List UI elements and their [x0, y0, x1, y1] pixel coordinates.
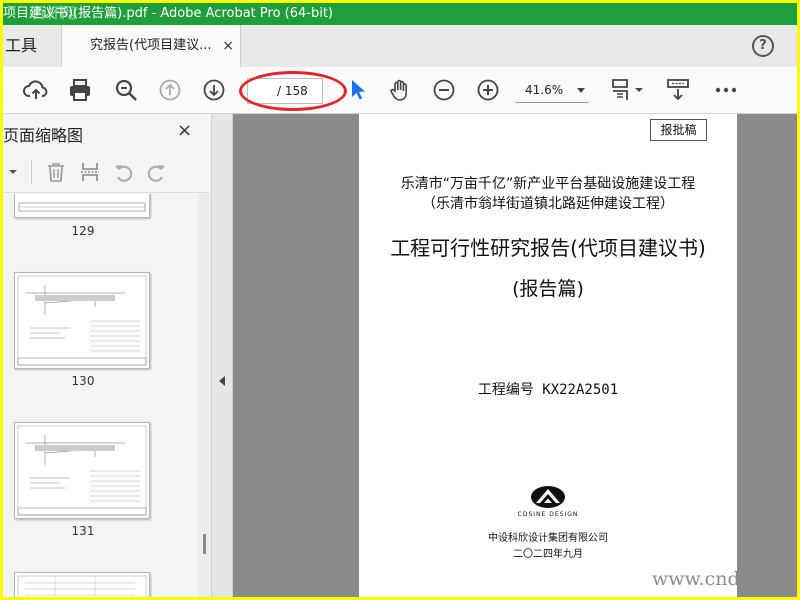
trash-icon[interactable] [45, 161, 67, 183]
acrobat-window: 项目建议书)(报告篇).pdf - Adobe Acrobat Pro (64-… [3, 3, 797, 597]
thumbnail-page-130[interactable] [14, 272, 150, 369]
company-logo [529, 484, 567, 514]
title-bar: 项目建议书)(报告篇).pdf - Adobe Acrobat Pro (64-… [3, 3, 797, 25]
more-icon[interactable] [713, 77, 739, 103]
panel-divider [31, 160, 32, 184]
panel-scrollbar[interactable] [198, 194, 211, 597]
tab-bar: 工具 究报告(代项目建议... × ? [3, 25, 797, 68]
thumbnail-label: 129 [71, 224, 95, 238]
upload-icon[interactable] [23, 77, 49, 103]
tab-tools[interactable]: 工具 [3, 25, 37, 67]
thumbnail-page-131[interactable] [14, 422, 150, 519]
panel-collapse-strip[interactable] [212, 114, 233, 597]
scrollbar-thumb[interactable] [203, 534, 206, 554]
options-chevron-icon[interactable] [7, 161, 19, 183]
insert-page-icon[interactable] [79, 161, 101, 183]
thumbnails-panel: 页面缩略图 × 129 130 131 [3, 114, 212, 597]
close-tab-icon[interactable]: × [222, 25, 234, 67]
zoom-out-icon[interactable] [431, 77, 457, 103]
page-display-icon[interactable] [609, 77, 645, 103]
tab-document-label: 究报告(代项目建议... [90, 38, 212, 53]
report-title: 工程可行性研究报告(代项目建议书) [390, 236, 706, 260]
approval-stamp: 报批稿 [650, 119, 707, 141]
rotate-cw-icon[interactable] [145, 161, 167, 183]
page-up-icon[interactable] [157, 77, 183, 103]
select-arrow-icon[interactable] [345, 77, 371, 103]
project-number: 工程编号 KX22A2501 [477, 382, 619, 398]
help-icon[interactable]: ? [752, 35, 774, 57]
project-name: 乐清市“万亩千亿”新产业平台基础设施建设工程 [400, 176, 696, 192]
zoom-in-icon[interactable] [475, 77, 501, 103]
close-panel-icon[interactable]: × [177, 120, 192, 141]
thumbnail-label: 130 [71, 374, 95, 388]
scroll-mode-icon[interactable] [665, 77, 691, 103]
pdf-page: 报批稿 乐清市“万亩千亿”新产业平台基础设施建设工程 （乐清市翁垟街道镇北路延伸… [359, 114, 737, 597]
zoom-value: 41.6% [525, 83, 564, 97]
zoom-dropdown[interactable]: 41.6% [515, 78, 589, 103]
site-watermark: www.cnda [652, 568, 751, 590]
toolbar: / 158 41.6% [3, 67, 797, 114]
panel-title: 页面缩略图 [3, 126, 84, 145]
thumbnail-list[interactable]: 129 130 131 [3, 194, 198, 597]
chevron-down-icon [577, 88, 585, 93]
document-view[interactable]: 报批稿 乐清市“万亩千亿”新产业平台基础设施建设工程 （乐清市翁垟街道镇北路延伸… [233, 114, 797, 597]
thumbnail-label: 131 [71, 524, 95, 538]
page-down-icon[interactable] [201, 77, 227, 103]
panel-toolbar [3, 152, 211, 193]
hand-icon[interactable] [387, 77, 413, 103]
title-watermark: 百杯网 [31, 4, 77, 22]
issue-date: 二〇二四年九月 [513, 549, 583, 560]
logo-caption: CDSINE DESIGN [517, 511, 579, 518]
rotate-ccw-icon[interactable] [113, 161, 135, 183]
company-name: 中设科欣设计集团有限公司 [488, 533, 608, 544]
report-subtitle: (报告篇) [512, 278, 584, 300]
collapse-arrow-icon[interactable] [219, 376, 225, 386]
highlight-circle [239, 71, 347, 111]
tab-document[interactable]: 究报告(代项目建议... × [61, 25, 241, 68]
zoom-search-icon[interactable] [113, 77, 139, 103]
project-subname: （乐清市翁垟街道镇北路延伸建设工程） [422, 196, 674, 212]
print-icon[interactable] [67, 77, 93, 103]
thumbnail-page-132[interactable] [14, 572, 150, 597]
thumbnail-page-129[interactable] [14, 194, 150, 218]
